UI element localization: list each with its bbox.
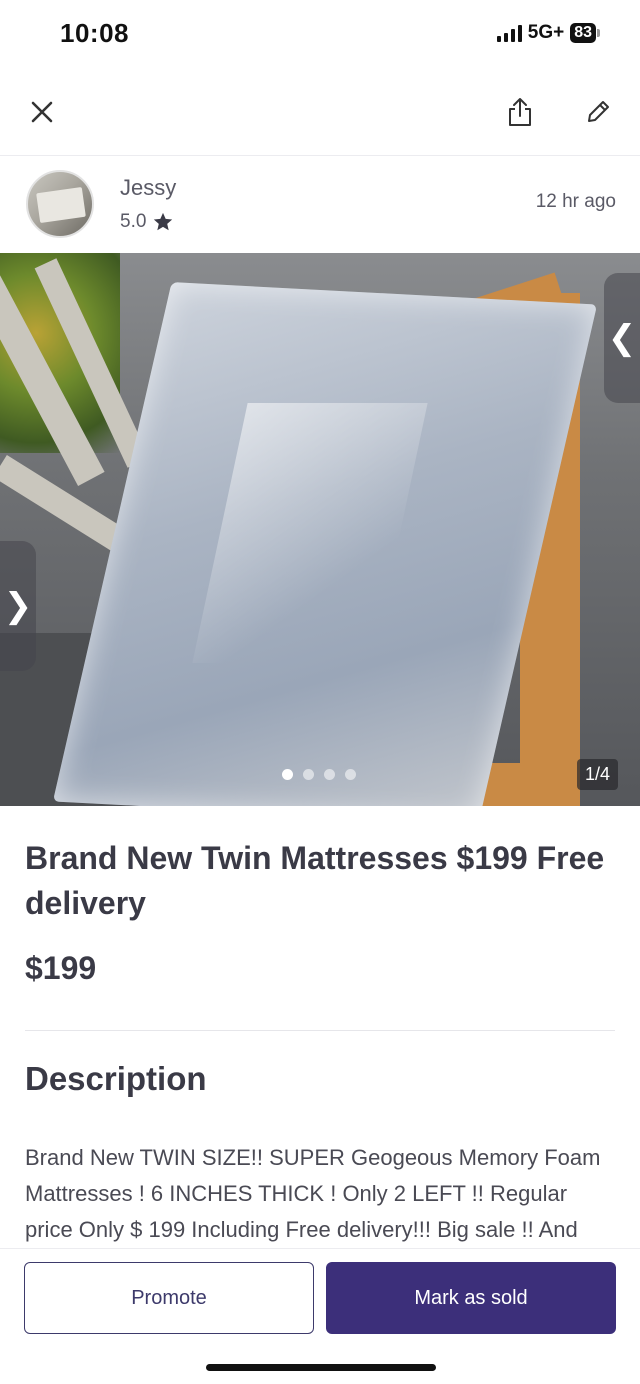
- status-bar: 10:08 5G+ 83: [0, 0, 640, 72]
- battery-icon: 83: [570, 23, 600, 43]
- home-indicator[interactable]: [206, 1364, 436, 1371]
- rating-value: 5.0: [120, 211, 147, 232]
- listing-title: Brand New Twin Mattresses $199 Free deli…: [25, 840, 605, 921]
- carousel-dot[interactable]: [303, 769, 314, 780]
- chevron-right-icon: ❯: [3, 587, 33, 625]
- avatar[interactable]: [26, 170, 94, 238]
- listing-photo-carousel[interactable]: ❯ ❮ 1/4: [0, 253, 640, 806]
- carousel-dot[interactable]: [282, 769, 293, 780]
- share-button[interactable]: [498, 90, 542, 134]
- carousel-dots: [282, 769, 356, 780]
- share-icon: [509, 98, 531, 126]
- carousel-dot[interactable]: [324, 769, 335, 780]
- close-icon: [31, 101, 53, 123]
- image-counter: 1/4: [576, 759, 618, 790]
- bottom-action-bar: Promote Mark as sold: [0, 1248, 640, 1384]
- listing-price: $199: [25, 950, 97, 986]
- carousel-dot[interactable]: [345, 769, 356, 780]
- pencil-icon: [588, 101, 609, 122]
- description-heading: Description: [25, 1060, 207, 1097]
- network-type: 5G+: [527, 22, 565, 43]
- mark-as-sold-button[interactable]: Mark as sold: [326, 1262, 616, 1334]
- status-indicators: 5G+ 83: [496, 22, 600, 44]
- divider: [25, 1030, 615, 1031]
- seller-name[interactable]: Jessy: [120, 175, 176, 201]
- battery-level: 83: [570, 23, 596, 43]
- edit-button[interactable]: [576, 90, 620, 134]
- status-time: 10:08: [60, 18, 129, 48]
- close-button[interactable]: [20, 90, 64, 134]
- promote-button[interactable]: Promote: [24, 1262, 314, 1334]
- chevron-left-icon: ❮: [607, 319, 637, 357]
- seller-rating: 5.0: [120, 211, 174, 233]
- seller-info[interactable]: Jessy 5.0 12 hr ago: [0, 157, 640, 253]
- description-text: Brand New TWIN SIZE!! SUPER Geogeous Mem…: [25, 1145, 601, 1242]
- previous-image-button[interactable]: ❯: [0, 541, 36, 671]
- top-action-bar: [0, 72, 640, 156]
- posted-time: 12 hr ago: [535, 191, 616, 212]
- star-icon: [154, 212, 173, 231]
- next-image-button[interactable]: ❮: [604, 273, 640, 403]
- signal-icon: [496, 24, 522, 42]
